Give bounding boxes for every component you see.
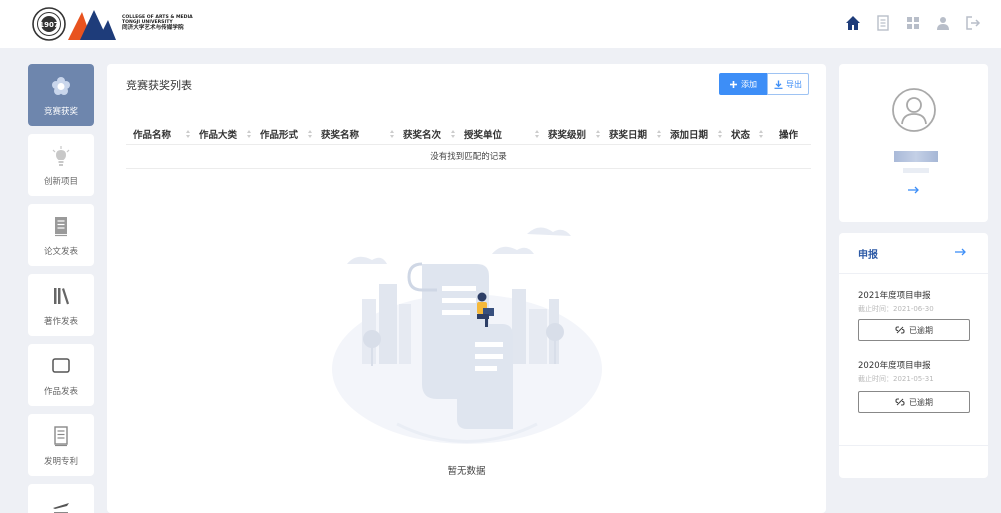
sort-icon[interactable]	[759, 130, 763, 138]
column-header[interactable]: 获奖级别	[548, 127, 586, 141]
project-title: 2021年度项目申报	[858, 291, 931, 301]
sidebar-item-label: 发明专利	[43, 457, 78, 467]
column-header: 操作	[779, 130, 799, 141]
user-icon[interactable]	[933, 13, 953, 33]
university-seal-logo[interactable]: 1907	[32, 7, 66, 41]
column-header[interactable]: 作品大类	[199, 127, 237, 141]
sidebar-item-label: 作品发表	[43, 387, 78, 397]
patent-icon	[54, 426, 68, 447]
sort-icon[interactable]	[308, 130, 312, 138]
sidebar-item-work-publications[interactable]: 作品发表	[28, 344, 94, 406]
project-deadline: 截止时间：2021-06-30	[858, 305, 934, 313]
college-name-cn: 同济大学艺术与传媒学院	[122, 25, 184, 31]
column-header[interactable]: 作品形式	[260, 127, 298, 141]
column-header[interactable]: 作品名称	[133, 127, 171, 141]
sidebar-item-book-publications[interactable]: 著作发表	[28, 274, 94, 336]
sidebar-item-competition-awards[interactable]: 竞赛获奖	[28, 64, 94, 126]
empty-state-illustration	[332, 227, 602, 444]
sidebar-item-label: 创新项目	[43, 177, 78, 187]
sidebar-item-label: 著作发表	[43, 317, 78, 327]
college-logo-mark[interactable]	[68, 8, 116, 40]
divider	[839, 445, 988, 446]
project-title: 2020年度项目申报	[858, 361, 931, 371]
plus-icon	[730, 80, 737, 88]
page-title: 竞赛获奖列表	[126, 79, 192, 92]
frame-icon	[52, 358, 70, 373]
document-icon[interactable]	[873, 13, 893, 33]
home-icon[interactable]	[843, 13, 863, 33]
sort-icon[interactable]	[390, 130, 394, 138]
books-icon	[54, 288, 70, 305]
arrow-right-icon[interactable]	[905, 182, 921, 198]
avatar-icon[interactable]	[891, 87, 937, 133]
svg-text:1907: 1907	[39, 21, 59, 29]
username-redacted	[894, 151, 938, 162]
subtitle-redacted	[903, 168, 929, 173]
college-name: COLLEGE OF ARTS & MEDIA TONGJI UNIVERSIT…	[122, 15, 193, 31]
top-header: 1907 COLLEGE OF ARTS & MEDIA TONGJI UNIV…	[0, 0, 1001, 48]
column-header[interactable]: 授奖单位	[464, 127, 502, 141]
lightbulb-icon	[52, 146, 70, 166]
award-list-panel: 竞赛获奖列表 添加 导出 作品名称 作品大类 作品形式 获奖名称 获奖名次 授奖…	[107, 64, 826, 513]
paper-icon	[55, 217, 67, 237]
column-header[interactable]: 添加日期	[670, 127, 708, 141]
sort-icon[interactable]	[535, 130, 539, 138]
award-flower-icon	[52, 77, 70, 95]
add-button-label: 添加	[741, 79, 757, 89]
expired-button[interactable]: 已逾期	[858, 319, 970, 341]
download-icon	[774, 80, 783, 89]
add-button[interactable]: 添加	[719, 73, 767, 95]
sidebar-item-label: 论文发表	[43, 247, 78, 257]
sidebar-item-innovation-projects[interactable]: 创新项目	[28, 134, 94, 196]
sort-icon[interactable]	[186, 130, 190, 138]
no-records-row: 没有找到匹配的记录	[126, 145, 811, 169]
arrow-right-icon[interactable]	[952, 244, 968, 260]
sidebar-item-label: 竞赛获奖	[43, 107, 78, 117]
sort-icon[interactable]	[451, 130, 455, 138]
expired-button[interactable]: 已逾期	[858, 391, 970, 413]
sort-icon[interactable]	[718, 130, 722, 138]
sort-icon[interactable]	[596, 130, 600, 138]
project-deadline: 截止时间：2021-05-31	[858, 375, 934, 383]
empty-state-text: 暂无数据	[447, 466, 486, 477]
logout-icon[interactable]	[963, 13, 983, 33]
application-title: 申报	[858, 250, 878, 261]
column-header[interactable]: 获奖名次	[403, 127, 441, 141]
table-header: 作品名称 作品大类 作品形式 获奖名称 获奖名次 授奖单位 获奖级别 获奖日期 …	[126, 121, 811, 145]
broken-link-icon	[895, 398, 905, 406]
sort-icon[interactable]	[657, 130, 661, 138]
export-button-label: 导出	[786, 79, 802, 89]
sidebar-item-paper-publications[interactable]: 论文发表	[28, 204, 94, 266]
application-card: 申报 2021年度项目申报 截止时间：2021-06-30 已逾期 2020年度…	[839, 233, 988, 478]
sort-icon[interactable]	[247, 130, 251, 138]
export-button[interactable]: 导出	[767, 73, 809, 95]
column-header[interactable]: 获奖名称	[321, 127, 359, 141]
grid-icon[interactable]	[903, 13, 923, 33]
divider	[839, 273, 988, 274]
profile-card	[839, 64, 988, 222]
expired-label: 已逾期	[909, 325, 933, 335]
sidebar-item-more[interactable]	[28, 484, 94, 513]
sidebar-item-invention-patents[interactable]: 发明专利	[28, 414, 94, 476]
column-header[interactable]: 获奖日期	[609, 127, 647, 141]
column-header[interactable]: 状态	[731, 127, 750, 141]
broken-link-icon	[895, 326, 905, 334]
expired-label: 已逾期	[909, 397, 933, 407]
plane-icon	[53, 503, 69, 513]
